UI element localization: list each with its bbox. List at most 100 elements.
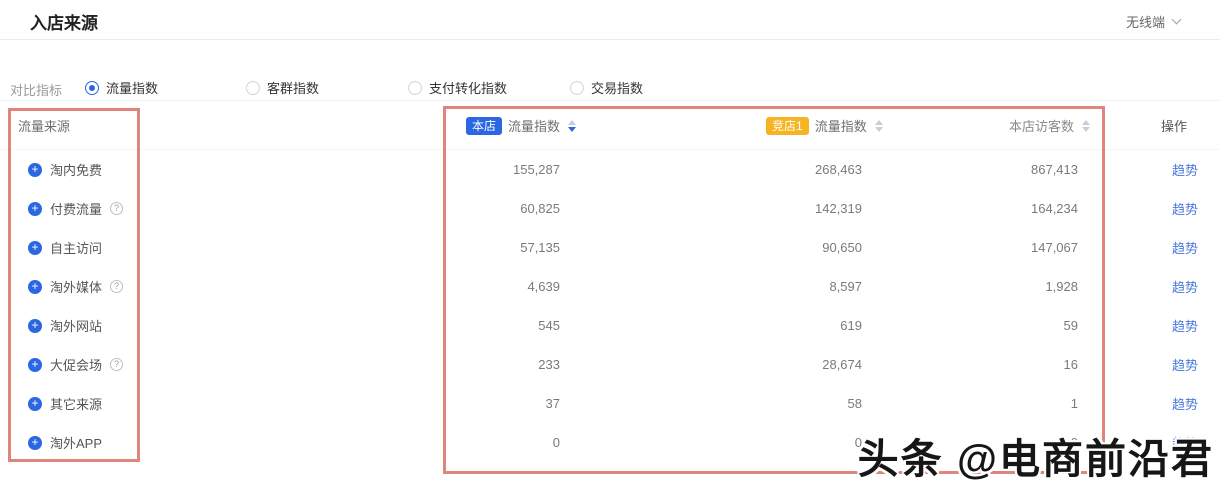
source-cell: 淘外APP bbox=[0, 433, 150, 452]
own-index-column-label: 流量指数 bbox=[508, 119, 561, 134]
visitors-value: 147,067 bbox=[1031, 240, 1078, 255]
rival-index-value: 90,650 bbox=[822, 240, 862, 255]
radio-icon bbox=[408, 80, 422, 95]
action-cell: 趋势 bbox=[1078, 199, 1220, 218]
trend-link[interactable]: 趋势 bbox=[1172, 202, 1198, 217]
table-row: 付费流量 60,825 142,319 164,234 趋势 bbox=[0, 189, 1220, 228]
visitors-column-label: 本店访客数 bbox=[1008, 119, 1074, 134]
expand-plus-icon[interactable] bbox=[28, 435, 42, 450]
expand-plus-icon[interactable] bbox=[28, 279, 42, 294]
radio-icon bbox=[85, 80, 99, 95]
radio-label: 交易指数 bbox=[591, 81, 644, 96]
column-header-visitors: 本店访客数 bbox=[1009, 101, 1090, 150]
source-cell: 自主访问 bbox=[0, 238, 150, 257]
own-index-value: 545 bbox=[538, 318, 560, 333]
source-label: 其它来源 bbox=[50, 397, 103, 412]
source-cell: 付费流量 bbox=[0, 199, 150, 218]
trend-link[interactable]: 趋势 bbox=[1172, 358, 1198, 373]
compare-metric-radio[interactable]: 客群指数 bbox=[246, 78, 319, 97]
sort-icon[interactable] bbox=[1082, 119, 1090, 132]
compare-metric-row: 对比指标 流量指数 客群指数 支付转化指数 交易指数 bbox=[0, 76, 1220, 100]
source-cell: 大促会场 bbox=[0, 355, 150, 374]
rival-index-column-label: 流量指数 bbox=[814, 119, 867, 134]
source-label: 淘外APP bbox=[50, 436, 103, 451]
column-header-rival-index: 竞店1 流量指数 bbox=[766, 101, 883, 150]
compare-metric-radio[interactable]: 流量指数 bbox=[85, 78, 158, 97]
table-row: 其它来源 37 58 1 趋势 bbox=[0, 384, 1220, 423]
compare-metric-radio[interactable]: 交易指数 bbox=[570, 78, 643, 97]
rival-index-value: 0 bbox=[854, 435, 862, 450]
table-row: 大促会场 233 28,674 16 趋势 bbox=[0, 345, 1220, 384]
action-cell: 趋势 bbox=[1078, 238, 1220, 257]
trend-link[interactable]: 趋势 bbox=[1172, 241, 1198, 256]
page-header: 入店来源 无线端 bbox=[0, 0, 1220, 40]
expand-plus-icon[interactable] bbox=[28, 240, 42, 255]
source-cell: 淘外媒体 bbox=[0, 277, 150, 296]
visitors-value: 1,928 bbox=[1045, 279, 1078, 294]
table-row: 淘外媒体 4,639 8,597 1,928 趋势 bbox=[0, 267, 1220, 306]
source-cell: 淘内免费 bbox=[0, 160, 150, 179]
table-row: 淘内免费 155,287 268,463 867,413 趋势 bbox=[0, 150, 1220, 189]
action-cell: 趋势 bbox=[1078, 277, 1220, 296]
table-header: 流量来源 本店 流量指数 竞店1 流量指数 本店访客数 操作 bbox=[0, 101, 1220, 150]
page-title: 入店来源 bbox=[30, 14, 98, 33]
source-label: 淘外媒体 bbox=[50, 280, 103, 295]
rival-index-value: 268,463 bbox=[815, 162, 862, 177]
rival-shop-badge: 竞店1 bbox=[766, 116, 809, 135]
trend-link[interactable]: 趋势 bbox=[1172, 397, 1198, 412]
expand-plus-icon[interactable] bbox=[28, 201, 42, 216]
expand-plus-icon[interactable] bbox=[28, 318, 42, 333]
action-cell: 趋势 bbox=[1078, 160, 1220, 179]
column-header-action: 操作 bbox=[1161, 101, 1187, 150]
own-index-value: 233 bbox=[538, 357, 560, 372]
rival-index-value: 619 bbox=[840, 318, 862, 333]
visitors-value: 1 bbox=[1070, 396, 1078, 411]
radio-icon bbox=[246, 80, 260, 95]
expand-plus-icon[interactable] bbox=[28, 162, 42, 177]
radio-label: 支付转化指数 bbox=[429, 81, 508, 96]
compare-metric-radio[interactable]: 支付转化指数 bbox=[408, 78, 507, 97]
trend-link[interactable]: 趋势 bbox=[1172, 319, 1198, 334]
own-index-value: 37 bbox=[545, 396, 560, 411]
visitors-value: 16 bbox=[1063, 357, 1078, 372]
action-cell: 趋势 bbox=[1078, 316, 1220, 335]
own-shop-badge: 本店 bbox=[466, 116, 503, 135]
rival-index-value: 58 bbox=[847, 396, 862, 411]
radio-label: 客群指数 bbox=[267, 81, 320, 96]
radio-label: 流量指数 bbox=[106, 81, 159, 96]
column-header-source: 流量来源 bbox=[18, 101, 70, 150]
visitors-value: 59 bbox=[1063, 318, 1078, 333]
trend-link[interactable]: 趋势 bbox=[1172, 163, 1198, 178]
watermark-text: 头条 @电商前沿君 bbox=[857, 436, 1214, 482]
radio-icon bbox=[570, 80, 584, 95]
source-label: 淘外网站 bbox=[50, 319, 103, 334]
source-cell: 其它来源 bbox=[0, 394, 150, 413]
source-label: 淘内免费 bbox=[50, 163, 103, 178]
help-icon[interactable] bbox=[110, 358, 124, 371]
visitors-value: 867,413 bbox=[1031, 162, 1078, 177]
sort-icon[interactable] bbox=[568, 119, 577, 132]
source-label: 大促会场 bbox=[50, 358, 103, 373]
rival-index-value: 142,319 bbox=[815, 201, 862, 216]
help-icon[interactable] bbox=[110, 202, 124, 215]
source-label: 付费流量 bbox=[50, 202, 103, 217]
rival-index-value: 28,674 bbox=[822, 357, 862, 372]
action-cell: 趋势 bbox=[1078, 394, 1220, 413]
device-filter-dropdown[interactable]: 无线端 bbox=[1126, 12, 1182, 31]
visitors-value: 164,234 bbox=[1031, 201, 1078, 216]
source-cell: 淘外网站 bbox=[0, 316, 150, 335]
own-index-value: 57,135 bbox=[520, 240, 560, 255]
table-row: 自主访问 57,135 90,650 147,067 趋势 bbox=[0, 228, 1220, 267]
trend-link[interactable]: 趋势 bbox=[1172, 280, 1198, 295]
column-header-own-index: 本店 流量指数 bbox=[466, 101, 577, 150]
table-body: 淘内免费 155,287 268,463 867,413 趋势 付费流量 60,… bbox=[0, 150, 1220, 462]
chevron-down-icon bbox=[1171, 14, 1182, 25]
table-row: 淘外网站 545 619 59 趋势 bbox=[0, 306, 1220, 345]
own-index-value: 0 bbox=[552, 435, 560, 450]
source-column-label: 流量来源 bbox=[18, 119, 71, 134]
sort-icon[interactable] bbox=[874, 119, 883, 132]
expand-plus-icon[interactable] bbox=[28, 357, 42, 372]
help-icon[interactable] bbox=[110, 280, 124, 293]
expand-plus-icon[interactable] bbox=[28, 396, 42, 411]
rival-index-value: 8,597 bbox=[829, 279, 862, 294]
